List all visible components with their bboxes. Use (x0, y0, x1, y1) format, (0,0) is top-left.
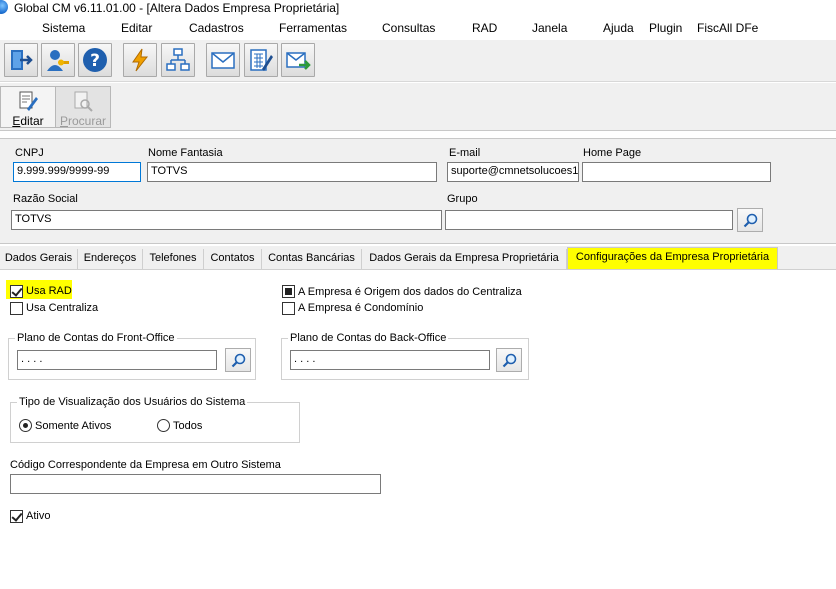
usa-rad-checkbox[interactable] (10, 285, 23, 298)
menu-plugin[interactable]: Plugin (649, 21, 682, 35)
ativo-label: Ativo (26, 510, 51, 522)
front-office-field[interactable]: . . . . (17, 350, 217, 370)
help-button[interactable]: ? (78, 43, 112, 77)
magnifier-icon (231, 353, 246, 368)
quick-action-button[interactable] (123, 43, 157, 77)
menu-fiscall-dfe[interactable]: FiscAll DFe (697, 21, 758, 35)
fantasy-name-field[interactable]: TOTVS (147, 162, 437, 182)
company-header-form: CNPJ 9.999.999/9999-99 Nome Fantasia TOT… (0, 138, 836, 244)
envelope-arrow-icon (286, 52, 311, 70)
back-office-search-button[interactable] (496, 348, 522, 372)
action-bar: Editar Procurar (0, 83, 836, 131)
tab-dados-gerais[interactable]: Dados Gerais (0, 249, 78, 269)
front-office-group: Plano de Contas do Front-Office . . . . (8, 332, 256, 380)
grupo-search-button[interactable] (737, 208, 763, 232)
search-action-label: Procurar (59, 114, 107, 128)
search-action-button[interactable]: Procurar (55, 86, 111, 128)
usa-centraliza-checkbox[interactable] (10, 302, 23, 315)
homepage-label: Home Page (583, 147, 642, 159)
magnifier-icon (743, 213, 758, 228)
tab-telefones[interactable]: Telefones (143, 249, 204, 269)
configuration-panel: Usa RAD Usa Centraliza A Empresa é Orige… (0, 271, 836, 589)
back-office-group: Plano de Contas do Back-Office . . . . (281, 332, 529, 380)
toolbar: ? (0, 40, 836, 82)
tab-strip: Dados Gerais Endereços Telefones Contato… (0, 246, 836, 270)
lightning-icon (132, 48, 149, 72)
radio-somente-ativos[interactable] (19, 419, 32, 432)
user-access-button[interactable] (41, 43, 75, 77)
tab-enderecos[interactable]: Endereços (78, 249, 143, 269)
calculator-button[interactable] (244, 43, 278, 77)
todos-label: Todos (173, 420, 203, 432)
back-office-label: Plano de Contas do Back-Office (288, 332, 449, 344)
menu-cadastros[interactable]: Cadastros (189, 21, 244, 35)
codigo-outro-sistema-label: Código Correspondente da Empresa em Outr… (10, 459, 281, 471)
exit-door-icon (11, 50, 33, 70)
condominio-checkbox[interactable] (282, 302, 295, 315)
email-button[interactable] (206, 43, 240, 77)
origem-centraliza-checkbox[interactable] (282, 285, 295, 298)
grupo-label: Grupo (447, 193, 478, 205)
homepage-field[interactable] (582, 162, 771, 182)
search-document-icon (74, 91, 93, 112)
help-question-icon: ? (83, 48, 107, 72)
calculator-pencil-icon (250, 49, 273, 71)
tab-dados-gerais-empresa[interactable]: Dados Gerais da Empresa Proprietária (362, 249, 567, 269)
menu-consultas[interactable]: Consultas (382, 21, 435, 35)
tab-contatos[interactable]: Contatos (204, 249, 262, 269)
title-bar: Global CM v6.11.01.00 - [Altera Dados Em… (0, 0, 836, 17)
user-key-icon (47, 50, 69, 71)
cnpj-label: CNPJ (15, 147, 44, 159)
svg-text:?: ? (90, 51, 100, 71)
radio-todos[interactable] (157, 419, 170, 432)
front-office-label: Plano de Contas do Front-Office (15, 332, 177, 344)
menu-rad[interactable]: RAD (472, 21, 497, 35)
visualizacao-group: Tipo de Visualização dos Usuários do Sis… (10, 396, 300, 443)
fantasy-name-label: Nome Fantasia (148, 147, 223, 159)
front-office-search-button[interactable] (225, 348, 251, 372)
window-title: Global CM v6.11.01.00 - [Altera Dados Em… (14, 1, 340, 15)
codigo-outro-sistema-field[interactable] (10, 474, 381, 494)
tab-contas-bancarias[interactable]: Contas Bancárias (262, 249, 362, 269)
structure-button[interactable] (161, 43, 195, 77)
exit-button[interactable] (4, 43, 38, 77)
edit-button-label: Editar (12, 114, 44, 128)
condominio-label: A Empresa é Condomínio (298, 302, 424, 314)
usa-centraliza-label: Usa Centraliza (26, 302, 99, 314)
razao-social-field[interactable]: TOTVS (11, 210, 442, 230)
grupo-field[interactable] (445, 210, 733, 230)
network-diagram-icon (166, 48, 190, 71)
menu-sistema[interactable]: Sistema (42, 21, 85, 35)
email-field[interactable]: suporte@cmnetsolucoes1. (447, 162, 579, 182)
visualizacao-label: Tipo de Visualização dos Usuários do Sis… (17, 396, 248, 408)
magnifier-icon (502, 353, 517, 368)
somente-ativos-label: Somente Ativos (35, 420, 112, 432)
email-label: E-mail (449, 147, 481, 159)
edit-document-icon (19, 91, 38, 111)
razao-social-label: Razão Social (13, 193, 78, 205)
send-email-button[interactable] (281, 43, 315, 77)
app-globe-icon (0, 0, 8, 14)
usa-rad-label: Usa RAD (26, 285, 72, 297)
cnpj-field[interactable]: 9.999.999/9999-99 (13, 162, 141, 182)
menu-ajuda[interactable]: Ajuda (603, 21, 634, 35)
menu-janela[interactable]: Janela (532, 21, 567, 35)
tab-configuracoes-empresa[interactable]: Configurações da Empresa Proprietária (567, 247, 778, 269)
edit-button[interactable]: Editar (0, 86, 56, 128)
ativo-checkbox[interactable] (10, 510, 23, 523)
envelope-icon (211, 52, 235, 69)
origem-centraliza-label: A Empresa é Origem dos dados do Centrali… (298, 286, 522, 298)
menu-bar: Sistema Editar Cadastros Ferramentas Con… (0, 18, 836, 39)
menu-editar[interactable]: Editar (121, 21, 152, 35)
menu-ferramentas[interactable]: Ferramentas (279, 21, 347, 35)
back-office-field[interactable]: . . . . (290, 350, 490, 370)
